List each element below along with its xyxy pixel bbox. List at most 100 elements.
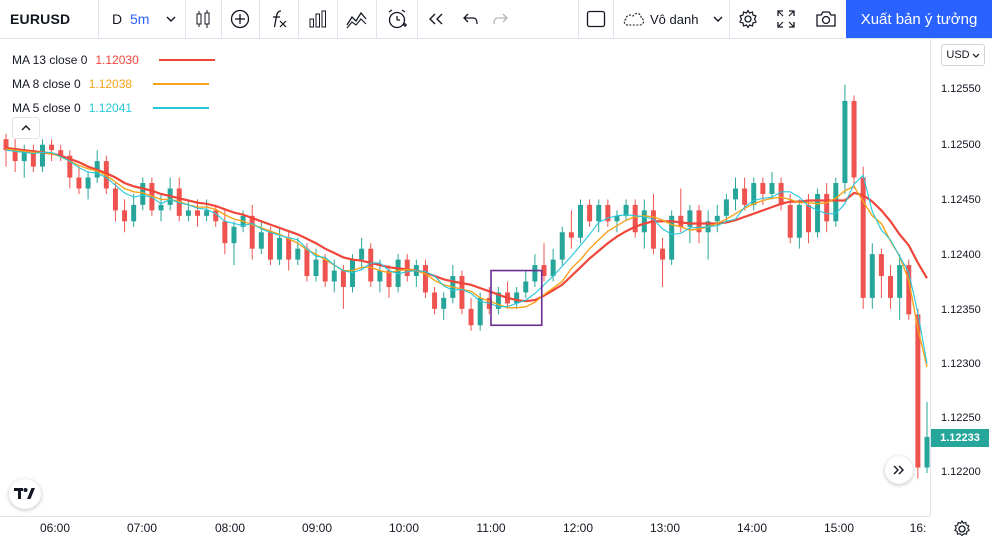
candle xyxy=(705,210,711,260)
time-label: 13:00 xyxy=(649,521,681,535)
legend-collapse-button[interactable] xyxy=(12,117,40,139)
fx-icon[interactable] xyxy=(265,0,293,38)
layout-name[interactable]: Vô danh xyxy=(650,0,710,38)
time-label: 07:00 xyxy=(126,521,158,535)
candle-body xyxy=(441,297,447,309)
candle-body xyxy=(267,232,273,260)
legend-ma13[interactable]: MA 13 close 0 1.12030 xyxy=(12,48,216,72)
candle-body xyxy=(796,204,802,238)
candle-body xyxy=(331,270,337,282)
candle xyxy=(842,84,848,194)
candle-body xyxy=(286,237,292,260)
add-indicator-icon[interactable] xyxy=(226,0,254,38)
toolbar-divider xyxy=(98,0,99,38)
candle-body xyxy=(459,276,465,309)
price-label: 1.12350 xyxy=(941,304,981,316)
candle xyxy=(12,139,18,173)
bar-chart-icon[interactable] xyxy=(304,0,332,38)
toolbar-divider xyxy=(729,0,730,38)
alert-clock-icon[interactable] xyxy=(382,0,412,38)
candle-body xyxy=(660,248,666,260)
candle xyxy=(359,237,365,271)
candle-body xyxy=(131,204,137,222)
indicator-legend: MA 13 close 0 1.12030 MA 8 close 0 1.120… xyxy=(12,48,216,120)
camera-icon[interactable] xyxy=(812,0,840,38)
currency-selector[interactable]: USD xyxy=(941,44,985,66)
candle-body xyxy=(760,183,766,194)
fullscreen-icon[interactable] xyxy=(773,0,799,38)
toolbar-divider xyxy=(376,0,377,38)
candle xyxy=(468,297,474,331)
candle xyxy=(596,199,602,233)
candle xyxy=(605,199,611,227)
legend-ma8[interactable]: MA 8 close 0 1.12038 xyxy=(12,72,215,96)
chevron-up-icon xyxy=(21,125,31,131)
candle xyxy=(851,95,857,189)
candle-body xyxy=(897,265,903,298)
candle-body xyxy=(322,259,328,282)
settings-icon[interactable] xyxy=(735,0,761,38)
axis-settings-icon[interactable] xyxy=(952,519,972,539)
time-label: 09:00 xyxy=(301,521,333,535)
legend-ma8-value: 1.12038 xyxy=(88,77,133,91)
candle xyxy=(660,237,666,287)
time-label: 12:00 xyxy=(562,521,594,535)
candle xyxy=(869,243,875,309)
legend-ma13-swatch xyxy=(159,59,216,61)
toolbar-divider xyxy=(259,0,260,38)
candle xyxy=(441,292,447,320)
candle xyxy=(432,286,438,315)
double-chevron-right-icon xyxy=(893,465,904,475)
candle-body xyxy=(122,210,128,222)
candle-body xyxy=(924,436,930,468)
candle xyxy=(185,199,191,222)
candle xyxy=(833,177,839,227)
cloud-icon[interactable] xyxy=(620,0,648,38)
symbol-button[interactable]: EURUSD xyxy=(10,0,70,38)
candle-body xyxy=(313,259,319,277)
candle-body xyxy=(49,144,55,151)
redo-icon[interactable] xyxy=(488,0,512,38)
candle xyxy=(404,254,410,282)
candle xyxy=(733,177,739,211)
tradingview-logo-icon[interactable] xyxy=(9,479,41,509)
price-label: 1.12300 xyxy=(941,358,981,370)
candle-body xyxy=(194,210,200,216)
legend-ma5[interactable]: MA 5 close 0 1.12041 xyxy=(12,96,215,120)
price-label: 1.12450 xyxy=(941,194,981,206)
replay-icon[interactable] xyxy=(423,0,449,38)
candle xyxy=(122,199,128,233)
candle xyxy=(131,193,137,227)
candle-body xyxy=(185,210,191,216)
legend-ma5-value: 1.12041 xyxy=(88,101,133,115)
interval-d-button[interactable]: D xyxy=(110,0,124,38)
candle xyxy=(860,166,866,309)
currency-label: USD xyxy=(946,49,970,61)
time-label: 06:00 xyxy=(39,521,71,535)
interval-dropdown-chevron-icon[interactable] xyxy=(164,0,178,38)
candle xyxy=(231,221,237,266)
publish-idea-button[interactable]: Xuất bản ý tưởng xyxy=(846,0,992,38)
candle-body xyxy=(39,144,45,167)
candle-body xyxy=(714,215,720,222)
toolbar-divider xyxy=(337,0,338,38)
candles-layer xyxy=(3,84,930,479)
candle xyxy=(277,226,283,266)
candle-body xyxy=(559,232,565,260)
legend-ma13-name: MA 13 close 0 xyxy=(12,53,88,67)
candle xyxy=(76,166,82,194)
square-icon[interactable] xyxy=(583,0,609,38)
candles-icon[interactable] xyxy=(190,0,216,38)
undo-icon[interactable] xyxy=(459,0,483,38)
price-label: 1.12500 xyxy=(941,139,981,151)
candle-body xyxy=(468,308,474,326)
candle-body xyxy=(85,177,91,189)
compare-icon[interactable] xyxy=(343,0,371,38)
interval-5m-button[interactable]: 5m xyxy=(130,0,149,38)
candle-body xyxy=(258,232,264,249)
layout-dropdown-chevron-icon[interactable] xyxy=(712,0,724,38)
candle-body xyxy=(231,226,237,244)
candle xyxy=(587,199,593,227)
scroll-to-realtime-button[interactable] xyxy=(885,456,913,484)
candle xyxy=(222,210,228,255)
